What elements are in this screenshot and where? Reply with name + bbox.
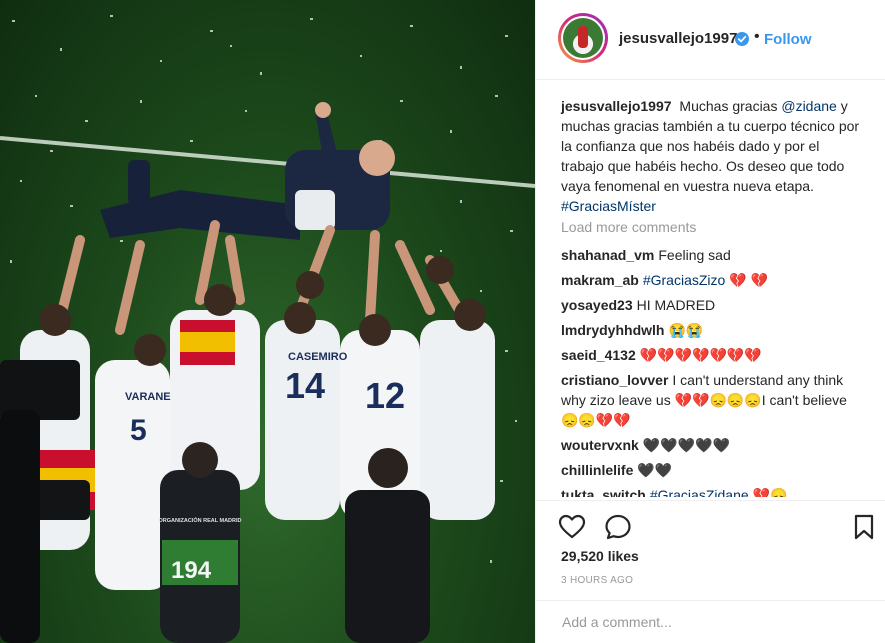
heart-icon[interactable] [558, 513, 586, 541]
likes-count[interactable]: 29,520 likes [561, 548, 639, 564]
comment-username[interactable]: lmdrydyhhdwlh [561, 322, 664, 338]
comment-item: woutervxnk 🖤🖤🖤🖤🖤 [561, 435, 866, 455]
comment-item: makram_ab #GraciasZizo 💔 💔 [561, 270, 866, 290]
comment-username[interactable]: tukta_switch [561, 487, 646, 497]
comment-emoji: 💔😞 [752, 487, 788, 497]
comment-text: Feeling sad [658, 247, 731, 263]
bookmark-icon[interactable] [850, 513, 878, 541]
load-more-comments-button[interactable]: Load more comments [561, 219, 696, 235]
jersey-number-5: 5 [130, 414, 147, 447]
comment-item: chillinlelife 🖤🖤 [561, 460, 866, 480]
comment-hashtag-link[interactable]: #GraciasZidane [650, 487, 749, 497]
pitch-line [0, 136, 535, 188]
comment-emoji: 🖤🖤 [637, 462, 673, 478]
follow-button[interactable]: Follow [764, 31, 812, 48]
comment-item: cristiano_lovver I can't understand any t… [561, 370, 866, 430]
post-photo[interactable]: 14 12 5 CASEMIRO VARANE 194 ORGANIZACIÓN… [0, 0, 535, 643]
jersey-name-casemiro: CASEMIRO [288, 351, 348, 363]
comment-emoji: 💔 💔 [729, 272, 768, 288]
comment-username[interactable]: chillinlelife [561, 462, 633, 478]
comment-emoji: 😭😭 [668, 322, 704, 338]
caption-mention-link[interactable]: @zidane [781, 98, 836, 114]
caption-text-start: Muchas gracias [679, 98, 778, 114]
coach-figure [100, 102, 395, 240]
comments-list: shahanad_vm Feeling sad makram_ab #Gracias… [561, 245, 866, 497]
header-username[interactable]: jesusvallejo1997 [619, 30, 737, 47]
comment-emoji: 💔💔💔💔💔💔💔 [639, 347, 762, 363]
vest-number: 194 [171, 557, 212, 584]
comment-hashtag-link[interactable]: #GraciasZizo [643, 272, 725, 288]
comment-username[interactable]: cristiano_lovver [561, 372, 668, 388]
caption-username[interactable]: jesusvallejo1997 [561, 98, 672, 114]
comment-username[interactable]: yosayed23 [561, 297, 633, 313]
post-side-panel: jesusvallejo1997 • Follow jesusvallejo19… [535, 0, 885, 643]
jersey-name-varane: VARANE [125, 391, 171, 403]
post-actions-bar [536, 500, 885, 550]
avatar[interactable] [558, 13, 608, 63]
post-timestamp[interactable]: 3 HOURS AGO [561, 575, 633, 586]
comment-username[interactable]: saeid_4132 [561, 347, 636, 363]
comment-username[interactable]: shahanad_vm [561, 247, 654, 263]
comment-item: tukta_switch #GraciasZidane 💔😞 [561, 485, 866, 497]
comment-item: shahanad_vm Feeling sad [561, 245, 866, 265]
caption-hashtag-link[interactable]: #GraciasMíster [561, 198, 656, 214]
comment-item: saeid_4132 💔💔💔💔💔💔💔 [561, 345, 866, 365]
celebration-photo: 14 12 5 CASEMIRO VARANE 194 ORGANIZACIÓN… [0, 15, 535, 643]
post-caption: jesusvallejo1997 Muchas gracias @zidane … [561, 96, 866, 216]
post-header: jesusvallejo1997 • Follow [536, 0, 885, 80]
add-comment-section [536, 600, 885, 643]
jersey-number-12: 12 [365, 375, 405, 416]
comment-emoji: 🖤🖤🖤🖤🖤 [642, 437, 730, 453]
verified-icon [735, 32, 749, 46]
staff-figure: 194 ORGANIZACIÓN REAL MADRID [158, 442, 242, 643]
comment-username[interactable]: makram_ab [561, 272, 639, 288]
comment-item: lmdrydyhhdwlh 😭😭 [561, 320, 866, 340]
add-comment-input[interactable] [560, 613, 864, 631]
jersey-number-14: 14 [285, 365, 325, 406]
comment-text: HI MADRED [636, 297, 716, 313]
comment-icon[interactable] [604, 513, 632, 541]
separator-dot: • [754, 28, 760, 45]
comment-item: yosayed23 HI MADRED [561, 295, 866, 315]
vest-text: ORGANIZACIÓN REAL MADRID [158, 516, 241, 524]
comment-username[interactable]: woutervxnk [561, 437, 639, 453]
camera-operator-figure [0, 360, 90, 643]
